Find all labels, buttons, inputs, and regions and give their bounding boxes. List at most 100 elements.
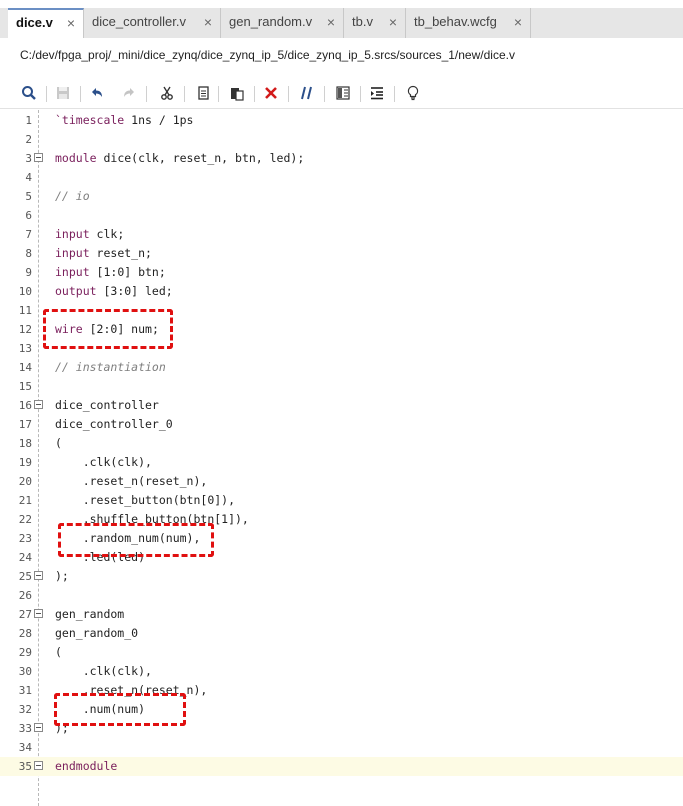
tab-2[interactable]: gen_random.v ×	[221, 8, 344, 38]
line-number: 3	[25, 152, 32, 165]
code-line[interactable]: 6	[0, 206, 683, 225]
line-number: 26	[18, 589, 32, 602]
code-line[interactable]: 8 input reset_n;	[0, 244, 683, 263]
close-icon[interactable]: ×	[204, 8, 212, 36]
search-icon[interactable]	[16, 80, 42, 106]
tab-label: dice.v	[16, 15, 53, 30]
close-icon[interactable]: ×	[514, 8, 522, 36]
file-path: C:/dev/fpga_proj/_mini/dice_zynq/dice_zy…	[20, 48, 515, 62]
code-text: .reset_button(btn[0]),	[55, 493, 236, 507]
editor-toolbar	[0, 78, 683, 109]
line-number: 17	[18, 418, 32, 431]
lightbulb-icon[interactable]	[400, 80, 426, 106]
code-text: dice_controller_0	[55, 417, 173, 431]
code-line[interactable]: 15	[0, 377, 683, 396]
close-icon[interactable]: ×	[67, 10, 75, 36]
line-number: 25	[18, 570, 32, 583]
redo-icon[interactable]	[116, 80, 142, 106]
copy-icon[interactable]	[190, 80, 216, 106]
code-line[interactable]: 34	[0, 738, 683, 757]
code-text: .clk(clk),	[55, 455, 152, 469]
fold-toggle-icon[interactable]	[34, 609, 43, 618]
code-line[interactable]: 35 endmodule	[0, 757, 683, 776]
fold-toggle-icon[interactable]	[34, 723, 43, 732]
code-line[interactable]: 3 module dice(clk, reset_n, btn, led);	[0, 149, 683, 168]
code-text: output [3:0] led;	[55, 284, 173, 298]
code-line[interactable]: 10 output [3:0] led;	[0, 282, 683, 301]
code-line[interactable]: 28 gen_random_0	[0, 624, 683, 643]
tab-label: gen_random.v	[229, 14, 313, 29]
code-line[interactable]: 1 `timescale 1ns / 1ps	[0, 111, 683, 130]
code-line[interactable]: 14 // instantiation	[0, 358, 683, 377]
toolbar-separator	[324, 86, 325, 102]
delete-icon[interactable]	[258, 80, 284, 106]
close-icon[interactable]: ×	[389, 8, 397, 36]
tab-label: tb_behav.wcfg	[414, 14, 497, 29]
tab-4[interactable]: tb_behav.wcfg ×	[406, 8, 531, 38]
code-line[interactable]: 20 .reset_n(reset_n),	[0, 472, 683, 491]
code-line[interactable]: 25);	[0, 567, 683, 586]
code-line[interactable]: 7 input clk;	[0, 225, 683, 244]
close-icon[interactable]: ×	[327, 8, 335, 36]
line-number: 33	[18, 722, 32, 735]
code-text: gen_random_0	[55, 626, 139, 640]
line-number: 4	[25, 171, 32, 184]
toolbar-separator	[360, 86, 361, 102]
line-number: 29	[18, 646, 32, 659]
code-line[interactable]: 4	[0, 168, 683, 187]
code-text: .clk(clk),	[55, 664, 152, 678]
comment-icon[interactable]	[294, 80, 320, 106]
toolbar-separator	[184, 86, 185, 102]
annotation-num-port	[54, 693, 186, 726]
code-text: .reset_n(reset_n),	[55, 474, 208, 488]
code-text: (	[55, 436, 62, 450]
code-text: input reset_n;	[55, 246, 152, 260]
line-number: 21	[18, 494, 32, 507]
code-line[interactable]: 9 input [1:0] btn;	[0, 263, 683, 282]
fold-toggle-icon[interactable]	[34, 571, 43, 580]
fold-toggle-icon[interactable]	[34, 153, 43, 162]
cut-icon[interactable]	[154, 80, 180, 106]
line-number: 35	[18, 760, 32, 773]
code-text: // instantiation	[55, 360, 166, 374]
fold-toggle-icon[interactable]	[34, 761, 43, 770]
line-number: 19	[18, 456, 32, 469]
code-text: gen_random	[55, 607, 125, 621]
tab-1[interactable]: dice_controller.v ×	[84, 8, 221, 38]
code-line[interactable]: 26	[0, 586, 683, 605]
code-line[interactable]: 21 .reset_button(btn[0]),	[0, 491, 683, 510]
line-number: 30	[18, 665, 32, 678]
undo-icon[interactable]	[84, 80, 110, 106]
code-line[interactable]: 27 gen_random	[0, 605, 683, 624]
code-line[interactable]: 5 // io	[0, 187, 683, 206]
code-line[interactable]: 19 .clk(clk),	[0, 453, 683, 472]
editor-tab-bar: dice.v × dice_controller.v × gen_random.v × tb…	[0, 8, 683, 38]
code-line[interactable]: 18 (	[0, 434, 683, 453]
toolbar-separator	[80, 86, 81, 102]
code-line[interactable]: 16 dice_controller	[0, 396, 683, 415]
toggle-columns-icon[interactable]	[330, 80, 356, 106]
code-line[interactable]: 2	[0, 130, 683, 149]
code-line[interactable]: 17 dice_controller_0	[0, 415, 683, 434]
line-number: 24	[18, 551, 32, 564]
annotation-random-num	[58, 523, 214, 557]
indent-icon[interactable]	[364, 80, 390, 106]
code-text: dice_controller	[55, 398, 159, 412]
tab-3[interactable]: tb.v ×	[344, 8, 406, 38]
fold-toggle-icon[interactable]	[34, 400, 43, 409]
tab-0[interactable]: dice.v ×	[8, 8, 84, 38]
toolbar-separator	[146, 86, 147, 102]
code-line[interactable]: 30 .clk(clk),	[0, 662, 683, 681]
line-number: 7	[25, 228, 32, 241]
line-number: 23	[18, 532, 32, 545]
line-number: 14	[18, 361, 32, 374]
line-number: 20	[18, 475, 32, 488]
code-line[interactable]: 29 (	[0, 643, 683, 662]
line-number: 11	[18, 304, 32, 317]
save-icon[interactable]	[50, 80, 76, 106]
line-number: 6	[25, 209, 32, 222]
code-text: );	[55, 569, 69, 583]
line-number: 2	[25, 133, 32, 146]
paste-icon[interactable]	[224, 80, 250, 106]
line-number: 34	[18, 741, 32, 754]
